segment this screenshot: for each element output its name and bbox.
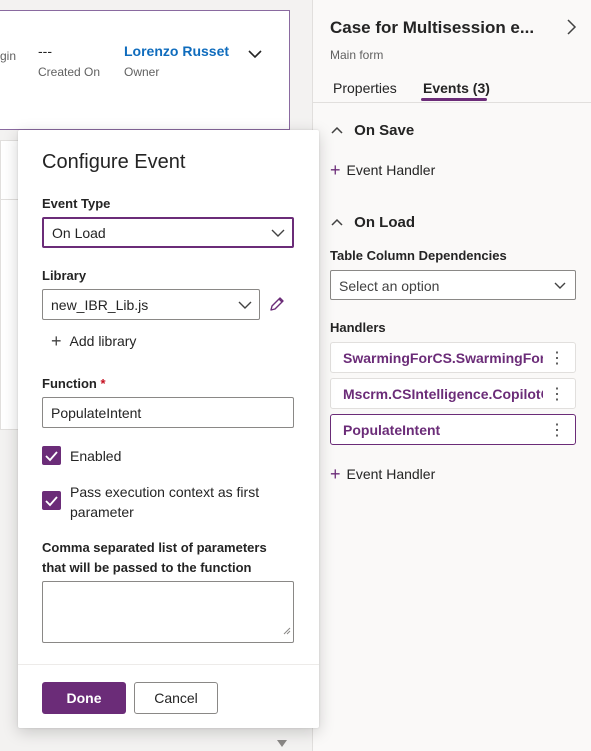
checkmark-icon: [45, 496, 58, 507]
chevron-right-icon[interactable]: [563, 18, 579, 41]
properties-pane: Case for Multisession e... Main form Pro…: [312, 0, 591, 751]
on-load-title: On Load: [354, 214, 415, 231]
handler-name: Mscrm.CSIntelligence.CopilotCase: [343, 386, 543, 402]
created-on-value: ---: [38, 43, 52, 59]
plus-icon: +: [330, 464, 341, 484]
created-on-label: Created On: [38, 65, 101, 79]
enabled-checkbox[interactable]: [42, 446, 61, 465]
dialog-title: Configure Event: [42, 151, 186, 173]
header-field-created-on: --- Created On: [38, 43, 100, 79]
deps-placeholder: Select an option: [339, 278, 440, 294]
resize-grip-icon[interactable]: [283, 622, 291, 640]
done-button[interactable]: Done: [42, 682, 126, 714]
chevron-up-icon: [330, 214, 350, 231]
on-load-section-header[interactable]: On Load: [330, 214, 415, 231]
add-event-handler-button[interactable]: + Event Handler: [330, 463, 435, 484]
selected-tab-indicator: [421, 98, 487, 101]
required-asterisk: *: [100, 376, 106, 391]
chevron-down-icon: [270, 225, 286, 244]
chevron-down-icon: [553, 278, 567, 295]
chevron-down-icon: [237, 297, 253, 316]
handler-name: SwarmingForCS.SwarmingForCS: [343, 350, 543, 366]
more-vertical-icon[interactable]: ⋮: [549, 348, 565, 368]
handler-item[interactable]: SwarmingForCS.SwarmingForCS ⋮: [330, 342, 576, 373]
pane-subtitle: Main form: [330, 48, 384, 62]
form-header-card: gin --- Created On Lorenzo Russet Owner: [0, 10, 290, 130]
add-event-handler-button[interactable]: + Event Handler: [330, 159, 435, 180]
function-label: Function *: [42, 376, 106, 391]
event-type-value: On Load: [52, 225, 106, 241]
table-column-dependencies-select[interactable]: Select an option: [330, 270, 576, 300]
enabled-label: Enabled: [70, 448, 122, 464]
on-save-section-header[interactable]: On Save: [330, 122, 414, 139]
scroll-down-arrow-icon[interactable]: [277, 740, 287, 747]
library-value: new_IBR_Lib.js: [51, 297, 149, 313]
plus-icon: +: [330, 160, 341, 180]
add-library-button[interactable]: + Add library: [51, 330, 136, 351]
add-library-label: Add library: [69, 333, 137, 349]
handler-item-selected[interactable]: PopulateIntent ⋮: [330, 414, 576, 445]
pencil-icon[interactable]: [268, 295, 286, 318]
chevron-down-icon[interactable]: [246, 45, 264, 68]
parameters-textarea[interactable]: [42, 581, 294, 643]
event-type-select[interactable]: On Load: [42, 217, 294, 248]
handler-item[interactable]: Mscrm.CSIntelligence.CopilotCase ⋮: [330, 378, 576, 409]
header-field-owner: Lorenzo Russet Owner: [124, 43, 229, 79]
pass-context-checkbox[interactable]: [42, 491, 61, 510]
library-select[interactable]: new_IBR_Lib.js: [42, 289, 260, 320]
tab-properties[interactable]: Properties: [333, 80, 397, 96]
owner-label: Owner: [124, 65, 160, 79]
origin-label: gin: [0, 49, 17, 63]
checkmark-icon: [45, 451, 58, 462]
event-type-label: Event Type: [42, 196, 111, 211]
handlers-label: Handlers: [330, 320, 386, 335]
cancel-button[interactable]: Cancel: [134, 682, 218, 714]
configure-event-dialog: Configure Event Event Type On Load Libra…: [18, 130, 319, 728]
owner-link[interactable]: Lorenzo Russet: [124, 43, 229, 59]
table-column-dependencies-label: Table Column Dependencies: [330, 248, 507, 263]
library-label: Library: [42, 268, 87, 283]
function-value: PopulateIntent: [51, 405, 142, 421]
function-input[interactable]: PopulateIntent: [42, 397, 294, 428]
more-vertical-icon[interactable]: ⋮: [549, 420, 565, 440]
parameters-label: Comma separated list of parameters that …: [42, 540, 267, 575]
pass-context-label: Pass execution context as first paramete…: [70, 484, 260, 520]
handler-name: PopulateIntent: [343, 422, 441, 438]
tab-events[interactable]: Events (3): [423, 80, 490, 96]
pane-title: Case for Multisession e...: [330, 18, 535, 37]
plus-icon: +: [51, 331, 62, 351]
add-handler-label: Event Handler: [346, 162, 436, 178]
more-vertical-icon[interactable]: ⋮: [549, 384, 565, 404]
header-field-origin: gin: [0, 43, 16, 63]
dialog-footer-divider: [18, 664, 319, 665]
function-label-text: Function: [42, 376, 97, 391]
chevron-up-icon: [330, 122, 350, 139]
on-save-title: On Save: [354, 122, 415, 139]
add-handler-label: Event Handler: [346, 466, 436, 482]
